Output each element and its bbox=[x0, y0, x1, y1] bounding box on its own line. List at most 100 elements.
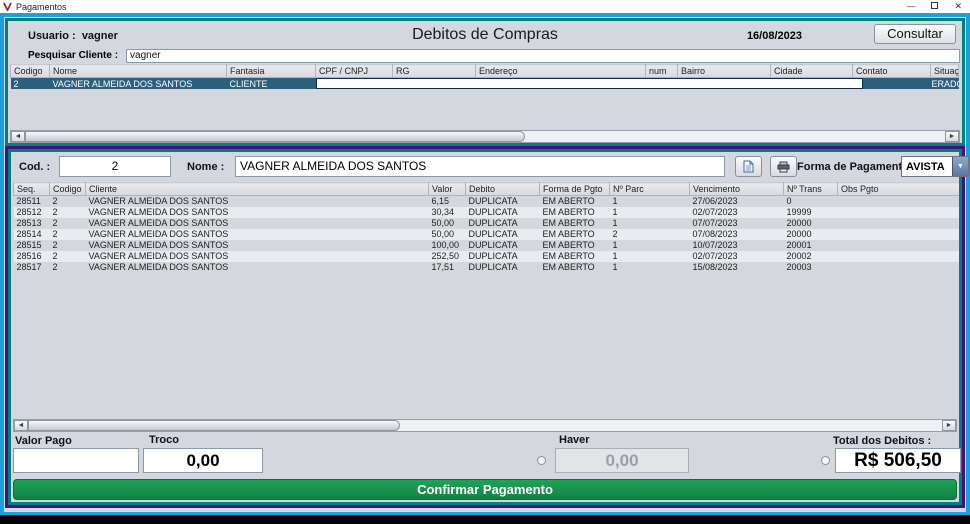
troco-label: Troco bbox=[149, 434, 179, 446]
cell: 17,51 bbox=[429, 262, 466, 273]
cell: 19999 bbox=[784, 207, 838, 218]
cell: 2 bbox=[610, 229, 690, 240]
cell: 20001 bbox=[784, 240, 838, 251]
total-radio[interactable] bbox=[821, 456, 830, 465]
total-debitos-label: Total dos Debitos : bbox=[833, 435, 931, 447]
cell-empty-span bbox=[316, 78, 931, 90]
total-debitos-value[interactable]: R$ 506,50 bbox=[835, 448, 961, 473]
debits-horizontal-scrollbar[interactable]: ◄ ► bbox=[13, 419, 957, 432]
cell bbox=[838, 229, 960, 240]
cell: VAGNER ALMEIDA DOS SANTOS bbox=[86, 196, 429, 207]
cell: 2 bbox=[50, 218, 86, 229]
table-row[interactable]: 285142VAGNER ALMEIDA DOS SANTOS50,00DUPL… bbox=[14, 229, 960, 240]
minimize-icon[interactable]: — bbox=[906, 2, 915, 11]
cell: EM ABERTO bbox=[540, 240, 610, 251]
app-logo-icon bbox=[3, 2, 12, 11]
scrollbar-thumb[interactable] bbox=[25, 131, 525, 142]
cell: DUPLICATA bbox=[466, 262, 540, 273]
client-area: Usuario : vagner Debitos de Compras 16/0… bbox=[4, 17, 966, 512]
printer-icon bbox=[777, 161, 790, 173]
col-contato[interactable]: Contato bbox=[853, 65, 931, 78]
cell: 27/06/2023 bbox=[690, 196, 784, 207]
cell: 1 bbox=[610, 262, 690, 273]
cell: 50,00 bbox=[429, 229, 466, 240]
col-cpf-cnpj[interactable]: CPF / CNPJ bbox=[316, 65, 393, 78]
nome-field[interactable]: VAGNER ALMEIDA DOS SANTOS bbox=[235, 156, 725, 177]
col-situacao[interactable]: Situação bbox=[931, 65, 959, 78]
cell: 2 bbox=[50, 207, 86, 218]
chevron-down-icon[interactable]: ▼ bbox=[952, 157, 968, 176]
haver-radio[interactable] bbox=[537, 456, 546, 465]
cell: 0 bbox=[784, 196, 838, 207]
scrollbar-thumb[interactable] bbox=[28, 420, 400, 431]
cell-nome: VAGNER ALMEIDA DOS SANTOS bbox=[50, 78, 227, 90]
cell: 20000 bbox=[784, 218, 838, 229]
col-nome[interactable]: Nome bbox=[50, 65, 227, 78]
col-bairro[interactable]: Bairro bbox=[678, 65, 771, 78]
table-row[interactable]: 285152VAGNER ALMEIDA DOS SANTOS100,00DUP… bbox=[14, 240, 960, 251]
close-icon[interactable]: ✕ bbox=[954, 2, 962, 11]
col-n-parc[interactable]: Nº Parc bbox=[610, 183, 690, 196]
scrollbar-track[interactable] bbox=[525, 131, 945, 142]
cell: DUPLICATA bbox=[466, 218, 540, 229]
col-num[interactable]: num bbox=[646, 65, 678, 78]
col-endereco[interactable]: Endereço bbox=[476, 65, 646, 78]
col-obs-pgto[interactable]: Obs Pgto bbox=[838, 183, 960, 196]
col-fantasia[interactable]: Fantasia bbox=[227, 65, 316, 78]
col-rg[interactable]: RG bbox=[393, 65, 476, 78]
client-row-selected[interactable]: 2 VAGNER ALMEIDA DOS SANTOS CLIENTE ERAD… bbox=[11, 78, 959, 90]
cell-fantasia: CLIENTE bbox=[227, 78, 316, 90]
current-date: 16/08/2023 bbox=[747, 30, 802, 42]
cell: VAGNER ALMEIDA DOS SANTOS bbox=[86, 240, 429, 251]
table-row[interactable]: 285112VAGNER ALMEIDA DOS SANTOS6,15DUPLI… bbox=[14, 196, 960, 207]
haver-input[interactable]: 0,00 bbox=[555, 448, 689, 473]
cell: VAGNER ALMEIDA DOS SANTOS bbox=[86, 262, 429, 273]
col-seq[interactable]: Seq. bbox=[14, 183, 50, 196]
col-cidade[interactable]: Cidade bbox=[771, 65, 853, 78]
col-cliente[interactable]: Cliente bbox=[86, 183, 429, 196]
scroll-right-arrow-icon[interactable]: ► bbox=[945, 131, 959, 142]
cell: DUPLICATA bbox=[466, 229, 540, 240]
table-row[interactable]: 285162VAGNER ALMEIDA DOS SANTOS252,50DUP… bbox=[14, 251, 960, 262]
cell bbox=[838, 251, 960, 262]
table-row[interactable]: 285132VAGNER ALMEIDA DOS SANTOS50,00DUPL… bbox=[14, 218, 960, 229]
maximize-icon[interactable] bbox=[931, 2, 938, 11]
table-row[interactable]: 285122VAGNER ALMEIDA DOS SANTOS30,34DUPL… bbox=[14, 207, 960, 218]
page-title: Debitos de Compras bbox=[8, 26, 962, 44]
col-valor[interactable]: Valor bbox=[429, 183, 466, 196]
debits-table: Seq. Codigo Cliente Valor Debito Forma d… bbox=[11, 182, 959, 419]
forma-pagamento-select[interactable]: AVISTA ▼ bbox=[901, 156, 969, 177]
printer-button[interactable] bbox=[770, 156, 797, 177]
cell: 28511 bbox=[14, 196, 50, 207]
valor-pago-label: Valor Pago bbox=[15, 435, 72, 447]
clients-horizontal-scrollbar[interactable]: ◄ ► bbox=[10, 130, 960, 143]
scrollbar-track[interactable] bbox=[400, 420, 942, 431]
confirmar-pagamento-button[interactable]: Confirmar Pagamento bbox=[13, 479, 957, 500]
cell: 15/08/2023 bbox=[690, 262, 784, 273]
cell: 1 bbox=[610, 196, 690, 207]
screen-bottom-strip bbox=[0, 515, 970, 524]
valor-pago-input[interactable] bbox=[13, 448, 139, 473]
payment-panel-border: Cod. : 2 Nome : VAGNER ALMEIDA DOS SANTO… bbox=[5, 146, 965, 508]
document-button[interactable] bbox=[735, 156, 762, 177]
cell: DUPLICATA bbox=[466, 196, 540, 207]
scroll-right-arrow-icon[interactable]: ► bbox=[942, 420, 956, 431]
col-codigo[interactable]: Codigo bbox=[11, 65, 50, 78]
search-input[interactable] bbox=[126, 49, 960, 63]
scroll-left-arrow-icon[interactable]: ◄ bbox=[14, 420, 28, 431]
client-edit-cell[interactable] bbox=[316, 78, 863, 89]
cell bbox=[838, 218, 960, 229]
clients-header-row: Codigo Nome Fantasia CPF / CNPJ RG Ender… bbox=[11, 65, 959, 78]
table-row[interactable]: 285172VAGNER ALMEIDA DOS SANTOS17,51DUPL… bbox=[14, 262, 960, 273]
col-codigo[interactable]: Codigo bbox=[50, 183, 86, 196]
app-window: Usuario : vagner Debitos de Compras 16/0… bbox=[0, 13, 970, 515]
troco-input[interactable]: 0,00 bbox=[143, 448, 263, 473]
col-debito[interactable]: Debito bbox=[466, 183, 540, 196]
cod-field[interactable]: 2 bbox=[59, 156, 171, 177]
scroll-left-arrow-icon[interactable]: ◄ bbox=[11, 131, 25, 142]
col-forma-pgto[interactable]: Forma de Pgto bbox=[540, 183, 610, 196]
consultar-button[interactable]: Consultar bbox=[874, 24, 956, 44]
col-vencimento[interactable]: Vencimento bbox=[690, 183, 784, 196]
clients-table: Codigo Nome Fantasia CPF / CNPJ RG Ender… bbox=[8, 64, 962, 130]
col-n-trans[interactable]: Nº Trans bbox=[784, 183, 838, 196]
